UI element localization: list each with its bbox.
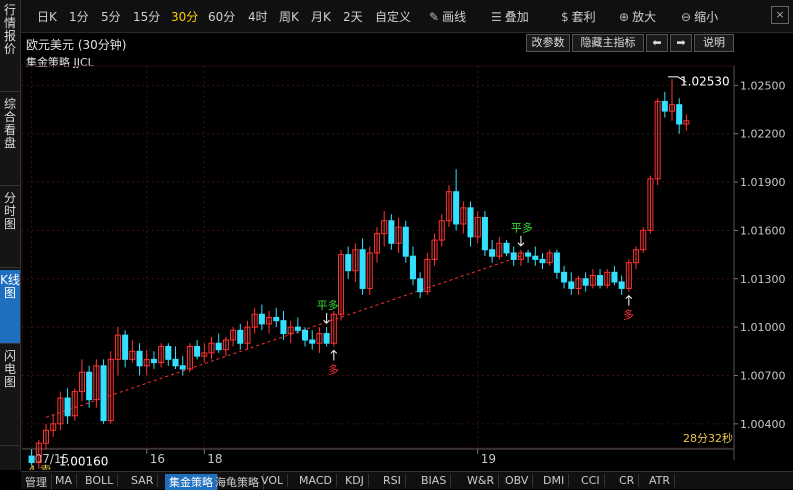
indicator-tab-2[interactable]: BOLL (81, 474, 119, 487)
indicator-tab-7[interactable]: MACD (295, 474, 337, 487)
candle-body (467, 207, 474, 238)
y-tick-label: 1.02200 (740, 128, 786, 141)
indicator-tab-8[interactable]: KDJ (341, 474, 369, 487)
candle-body (294, 326, 301, 331)
candle-body (28, 455, 35, 464)
y-tick-label: 1.02500 (740, 79, 786, 92)
candle-body (661, 100, 668, 112)
candle-body (280, 320, 287, 335)
candle-body (525, 252, 532, 257)
candle-body (172, 358, 179, 367)
indicator-tab-13[interactable]: DMI (539, 474, 570, 487)
candle-body (194, 345, 201, 357)
high-label: 1.02530 (680, 75, 730, 89)
signal-long: 多 (623, 308, 634, 322)
indicator-tab-1[interactable]: MA (51, 474, 78, 487)
indicator-tab-12[interactable]: OBV (501, 474, 534, 487)
candle-body (489, 249, 496, 257)
candle-body (568, 281, 575, 289)
candle-body (676, 104, 683, 125)
candle-body (388, 220, 395, 244)
candle-body (122, 334, 129, 360)
indicator-tab-3[interactable]: SAR (127, 474, 159, 487)
candle-body (611, 271, 618, 283)
candle-body (150, 358, 157, 364)
x-tick-label: 19 (481, 452, 496, 466)
candle-body (215, 342, 222, 351)
candle-body (417, 278, 424, 293)
y-tick-label: 1.00400 (740, 418, 786, 431)
candle-body (618, 281, 625, 289)
candle-body (481, 217, 488, 251)
candle-body (258, 313, 265, 325)
candle-body (453, 191, 460, 225)
indicator-tab-9[interactable]: RSI (379, 474, 406, 487)
candle-body (302, 329, 309, 341)
candle-body (553, 252, 560, 273)
y-tick-label: 1.00700 (740, 369, 786, 382)
indicator-tab-10[interactable]: BIAS (417, 474, 452, 487)
indicator-tab-bar: 管理 MA BOLL SAR 集金策略 海龟策略 VOL MACD KDJ RSI BIAS W&R O… (21, 471, 793, 490)
sell-marker: 4 卖 (28, 464, 51, 470)
indicator-tab-14[interactable]: CCI (577, 474, 605, 487)
plot-frame (21, 65, 735, 449)
candle-body (539, 258, 546, 264)
candle-body (86, 371, 93, 401)
y-tick-label: 1.01000 (740, 321, 786, 334)
candle-body (136, 350, 143, 367)
y-tick-label: 1.01600 (740, 224, 786, 237)
indicator-tab-6[interactable]: VOL (257, 474, 289, 487)
low-label: 1.00160 (59, 455, 109, 469)
candle-body (179, 365, 186, 370)
candle-body (510, 252, 517, 260)
candle-body (273, 316, 280, 322)
candle-body (165, 345, 172, 360)
y-tick-label: 1.01300 (740, 273, 786, 286)
candle-body (409, 255, 416, 280)
candle-body (359, 249, 366, 289)
candle-body (532, 255, 539, 260)
y-tick-label: 1.01900 (740, 176, 786, 189)
candle-body (561, 271, 568, 283)
candle-body (64, 397, 71, 417)
candle-body (597, 275, 604, 286)
countdown-timer: 28分32秒 (683, 432, 733, 445)
indicator-tab-16[interactable]: ATR (645, 474, 676, 487)
candle-body (503, 242, 510, 254)
signal-long: 多 (328, 362, 339, 376)
candle-body (237, 329, 244, 344)
candle-body (582, 278, 589, 286)
candlestick-chart[interactable]: 1.02500 1.02200 1.01900 1.01600 1.01300 1.010… (0, 0, 793, 470)
candle-body (309, 339, 316, 344)
candle-body (100, 365, 107, 422)
candle-body (345, 254, 352, 272)
candle-body (323, 333, 330, 344)
indicator-tab-11[interactable]: W&R (463, 474, 500, 487)
x-tick-label: 16 (150, 452, 165, 466)
candle-body (402, 226, 409, 257)
indicator-tab-15[interactable]: CR (615, 474, 640, 487)
signal-close-long: 平多 (317, 298, 339, 312)
signal-close-long: 平多 (511, 221, 533, 235)
x-tick-label: 18 (207, 452, 222, 466)
